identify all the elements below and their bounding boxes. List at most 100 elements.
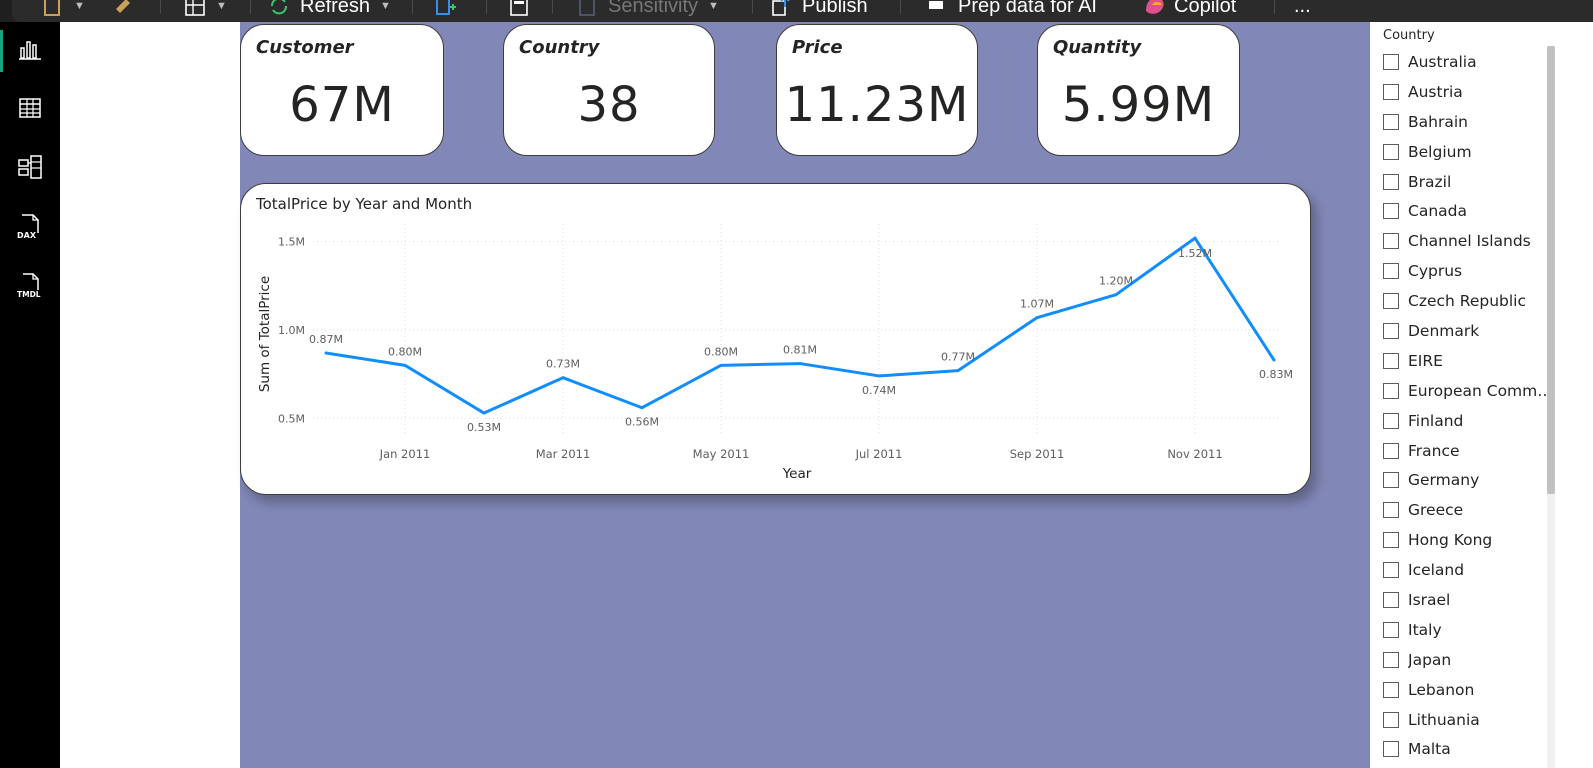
checkbox[interactable] xyxy=(1383,621,1399,638)
slicer-item[interactable]: Greece xyxy=(1383,495,1553,525)
slicer-item-label: Australia xyxy=(1408,52,1477,71)
slicer-item[interactable]: Cyprus xyxy=(1383,256,1553,286)
slicer-item[interactable]: Lebanon xyxy=(1383,675,1553,705)
slicer-item[interactable]: Germany xyxy=(1383,465,1553,495)
checkbox[interactable] xyxy=(1383,591,1399,608)
slicer-item-label: EIRE xyxy=(1408,351,1443,370)
data-label: 1.52M xyxy=(1178,247,1212,260)
checkbox[interactable] xyxy=(1383,293,1399,310)
slicer-item-label: Iceland xyxy=(1408,561,1465,580)
dax-query-view-button[interactable]: DAX xyxy=(0,203,60,253)
checkbox[interactable] xyxy=(1383,532,1399,549)
slicer-item[interactable]: Hong Kong xyxy=(1383,525,1553,555)
checkbox[interactable] xyxy=(1383,263,1399,280)
checkbox[interactable] xyxy=(1383,113,1399,130)
slicer-item[interactable]: Denmark xyxy=(1383,316,1553,346)
get-data-button[interactable]: ▼ xyxy=(184,0,227,18)
slicer-item[interactable]: Australia xyxy=(1383,47,1553,77)
checkbox[interactable] xyxy=(1383,352,1399,369)
slicer-item[interactable]: Bahrain xyxy=(1383,107,1553,137)
slicer-scrollbar-thumb[interactable] xyxy=(1547,46,1555,494)
checkbox[interactable] xyxy=(1383,472,1399,489)
report-canvas-area: Customer 67M Country 38 Price 11.23M Qua… xyxy=(60,22,1370,768)
report-view-button[interactable] xyxy=(0,26,60,76)
checkbox[interactable] xyxy=(1383,651,1399,668)
copilot-button[interactable]: Copilot xyxy=(1142,0,1236,18)
new-visual-button[interactable] xyxy=(434,0,456,18)
slicer-item[interactable]: Finland xyxy=(1383,406,1553,436)
card-customer[interactable]: Customer 67M xyxy=(240,24,444,156)
checkbox[interactable] xyxy=(1383,173,1399,190)
checkbox[interactable] xyxy=(1383,412,1399,429)
card-price[interactable]: Price 11.23M xyxy=(776,24,978,156)
checkbox[interactable] xyxy=(1383,442,1399,459)
checkbox[interactable] xyxy=(1383,203,1399,220)
card-quantity[interactable]: Quantity 5.99M xyxy=(1037,24,1240,156)
slicer-item[interactable]: Israel xyxy=(1383,585,1553,615)
country-slicer[interactable]: Country Australia Austria Bahrain Belgium Br… xyxy=(1370,22,1593,768)
slicer-item-label: Germany xyxy=(1408,471,1480,490)
bar-chart-icon xyxy=(17,36,43,66)
refresh-button[interactable]: Refresh ▼ xyxy=(268,0,391,18)
checkbox[interactable] xyxy=(1383,741,1399,758)
format-painter-button[interactable] xyxy=(112,0,134,18)
y-tick-label: 1.0M xyxy=(278,324,305,337)
checkbox[interactable] xyxy=(1383,83,1399,100)
slicer-item[interactable]: Japan xyxy=(1383,645,1553,675)
slicer-item[interactable]: Brazil xyxy=(1383,167,1553,197)
slicer-item[interactable]: Italy xyxy=(1383,615,1553,645)
new-visual-icon xyxy=(434,0,456,17)
more-options-button[interactable]: ... xyxy=(1294,0,1311,18)
prep-data-for-ai-button[interactable]: Prep data for AI xyxy=(926,0,1097,18)
more-options-label: ... xyxy=(1294,0,1311,17)
slicer-scrollbar[interactable] xyxy=(1547,46,1555,768)
checkbox[interactable] xyxy=(1383,143,1399,160)
slicer-item[interactable]: Belgium xyxy=(1383,137,1553,167)
y-tick-label: 0.5M xyxy=(278,412,305,425)
copilot-label: Copilot xyxy=(1174,0,1237,17)
slicer-item[interactable]: Iceland xyxy=(1383,555,1553,585)
slicer-item[interactable]: Canada xyxy=(1383,196,1553,226)
x-tick-label: May 2011 xyxy=(693,447,750,461)
checkbox[interactable] xyxy=(1383,681,1399,698)
slicer-header: Country xyxy=(1383,28,1435,43)
ribbon-separator xyxy=(552,0,553,14)
x-tick-label: Jan 2011 xyxy=(379,447,431,461)
card-country[interactable]: Country 38 xyxy=(503,24,715,156)
paste-button[interactable]: ▼ xyxy=(42,0,85,18)
data-point xyxy=(324,351,328,355)
chevron-down-icon: ▼ xyxy=(380,0,391,12)
checkbox[interactable] xyxy=(1383,322,1399,339)
x-axis-title: Year xyxy=(782,466,812,482)
slicer-item[interactable]: European Commu... xyxy=(1383,376,1553,406)
model-view-button[interactable] xyxy=(0,144,60,194)
checkbox[interactable] xyxy=(1383,233,1399,250)
card-value: 11.23M xyxy=(784,77,970,133)
checkbox[interactable] xyxy=(1383,53,1399,70)
checkbox[interactable] xyxy=(1383,502,1399,519)
calculator-button[interactable] xyxy=(508,0,530,18)
checkbox[interactable] xyxy=(1383,711,1399,728)
line-chart-visual[interactable]: TotalPrice by Year and Month 1.5M 1.0M 0.5… xyxy=(240,183,1311,495)
slicer-item-label: Finland xyxy=(1408,411,1464,430)
slicer-item[interactable]: EIRE xyxy=(1383,346,1553,376)
card-value: 67M xyxy=(289,77,395,133)
report-page[interactable]: Customer 67M Country 38 Price 11.23M Qua… xyxy=(240,22,1370,768)
data-label: 0.87M xyxy=(309,333,343,346)
slicer-item[interactable]: Czech Republic xyxy=(1383,286,1553,316)
card-title: Price xyxy=(792,37,843,58)
slicer-item[interactable]: Lithuania xyxy=(1383,705,1553,735)
slicer-item[interactable]: Austria xyxy=(1383,77,1553,107)
publish-label: Publish xyxy=(802,0,868,17)
sensitivity-button[interactable]: Sensitivity ▼ xyxy=(576,0,719,18)
publish-button[interactable]: Publish xyxy=(770,0,868,18)
slicer-item[interactable]: Channel Islands xyxy=(1383,226,1553,256)
checkbox[interactable] xyxy=(1383,382,1399,399)
tmdl-view-button[interactable]: TMDL xyxy=(0,262,60,312)
slicer-item[interactable]: France xyxy=(1383,436,1553,466)
data-label: 0.56M xyxy=(625,416,659,429)
slicer-item[interactable]: Malta xyxy=(1383,734,1553,764)
checkbox[interactable] xyxy=(1383,562,1399,579)
table-view-button[interactable] xyxy=(0,85,60,135)
svg-text:TMDL: TMDL xyxy=(17,290,41,298)
